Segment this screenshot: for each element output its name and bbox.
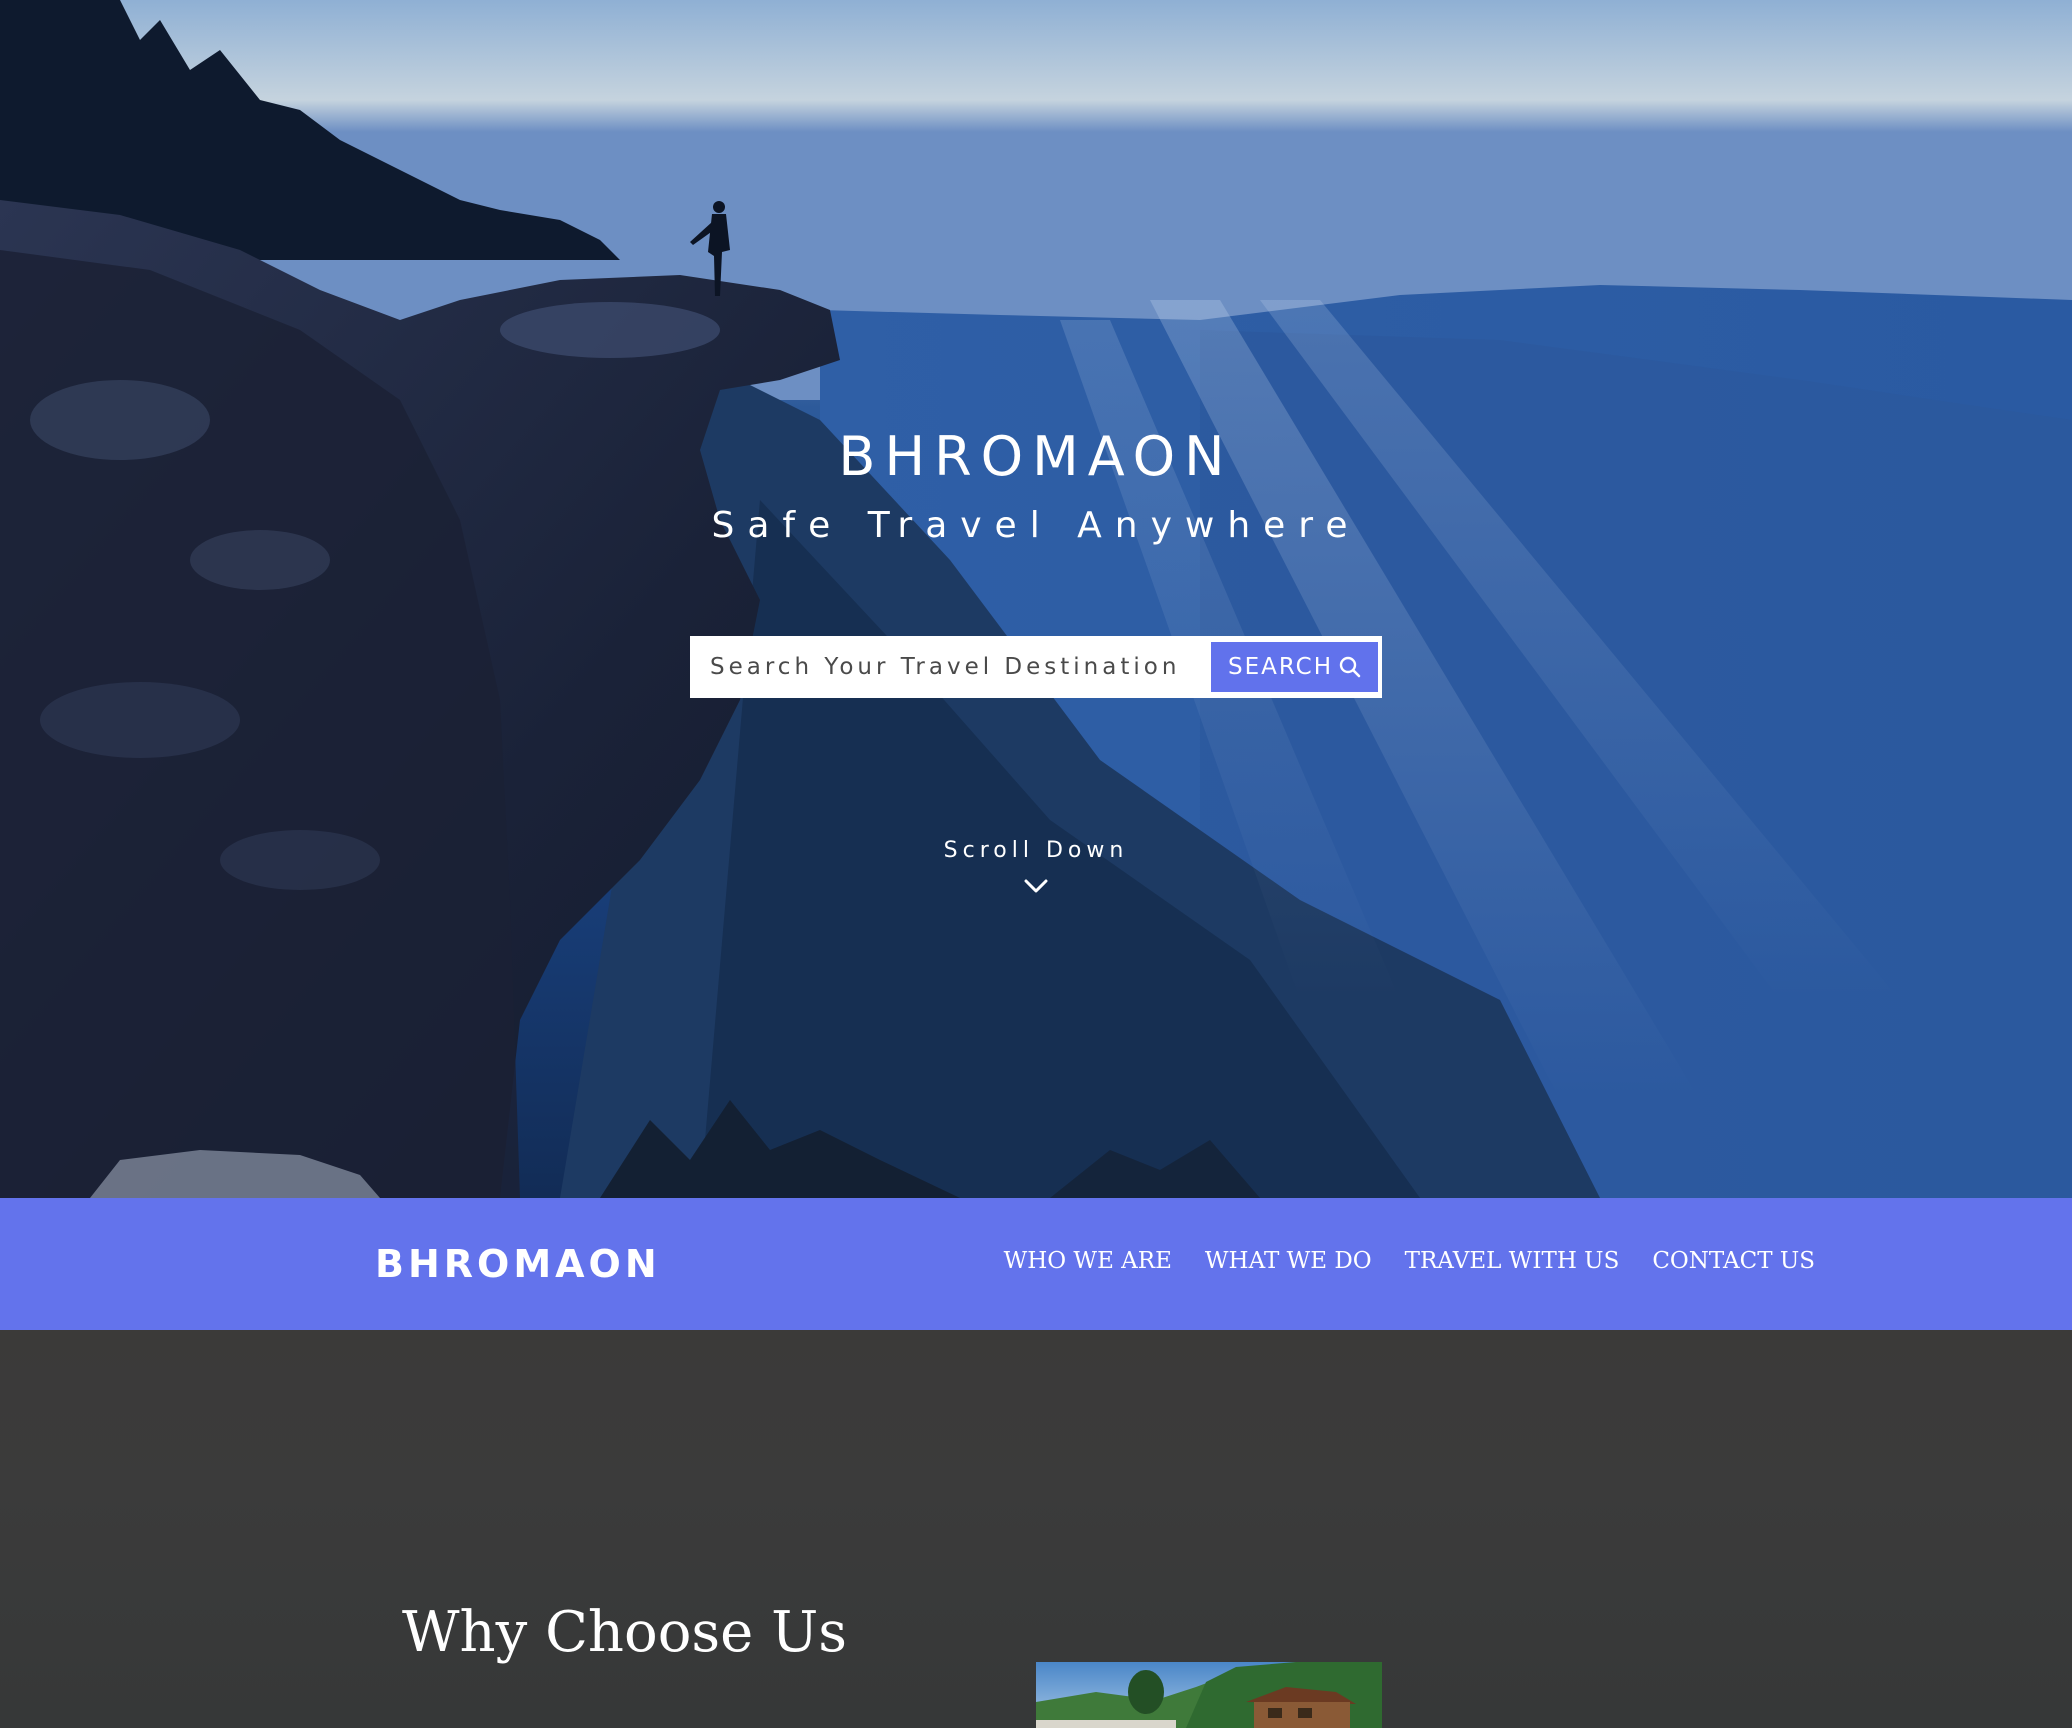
search-button[interactable]: SEARCH — [1211, 642, 1378, 692]
brand-logo[interactable]: BHROMAON — [375, 1242, 661, 1286]
nav-link-what-we-do[interactable]: WHAT WE DO — [1205, 1248, 1372, 1274]
chevron-down-icon[interactable] — [1023, 878, 1049, 894]
hero-title: BHROMAON — [838, 425, 1234, 488]
nav-link-who-we-are[interactable]: WHO WE ARE — [1004, 1248, 1172, 1274]
section-image — [1036, 1662, 1382, 1728]
search-icon — [1339, 656, 1361, 678]
nav-links: WHO WE ARE WHAT WE DO TRAVEL WITH US CON… — [1004, 1248, 1815, 1274]
main-navbar: BHROMAON WHO WE ARE WHAT WE DO TRAVEL WI… — [0, 1198, 2072, 1330]
nav-link-contact-us[interactable]: CONTACT US — [1652, 1248, 1815, 1274]
search-button-label: SEARCH — [1227, 654, 1334, 680]
hero-tagline: Safe Travel Anywhere — [711, 505, 1361, 546]
cabin-photo — [1036, 1662, 1382, 1728]
why-choose-us-section: Why Choose Us — [0, 1330, 2072, 1728]
section-title: Why Choose Us — [402, 1600, 848, 1665]
nav-link-travel-with-us[interactable]: TRAVEL WITH US — [1405, 1248, 1620, 1274]
search-bar: SEARCH — [690, 636, 1382, 698]
hero-banner: BHROMAON Safe Travel Anywhere SEARCH Scr… — [0, 0, 2072, 1198]
search-input[interactable] — [694, 640, 1211, 694]
scroll-down-link[interactable]: Scroll Down — [0, 838, 2072, 863]
